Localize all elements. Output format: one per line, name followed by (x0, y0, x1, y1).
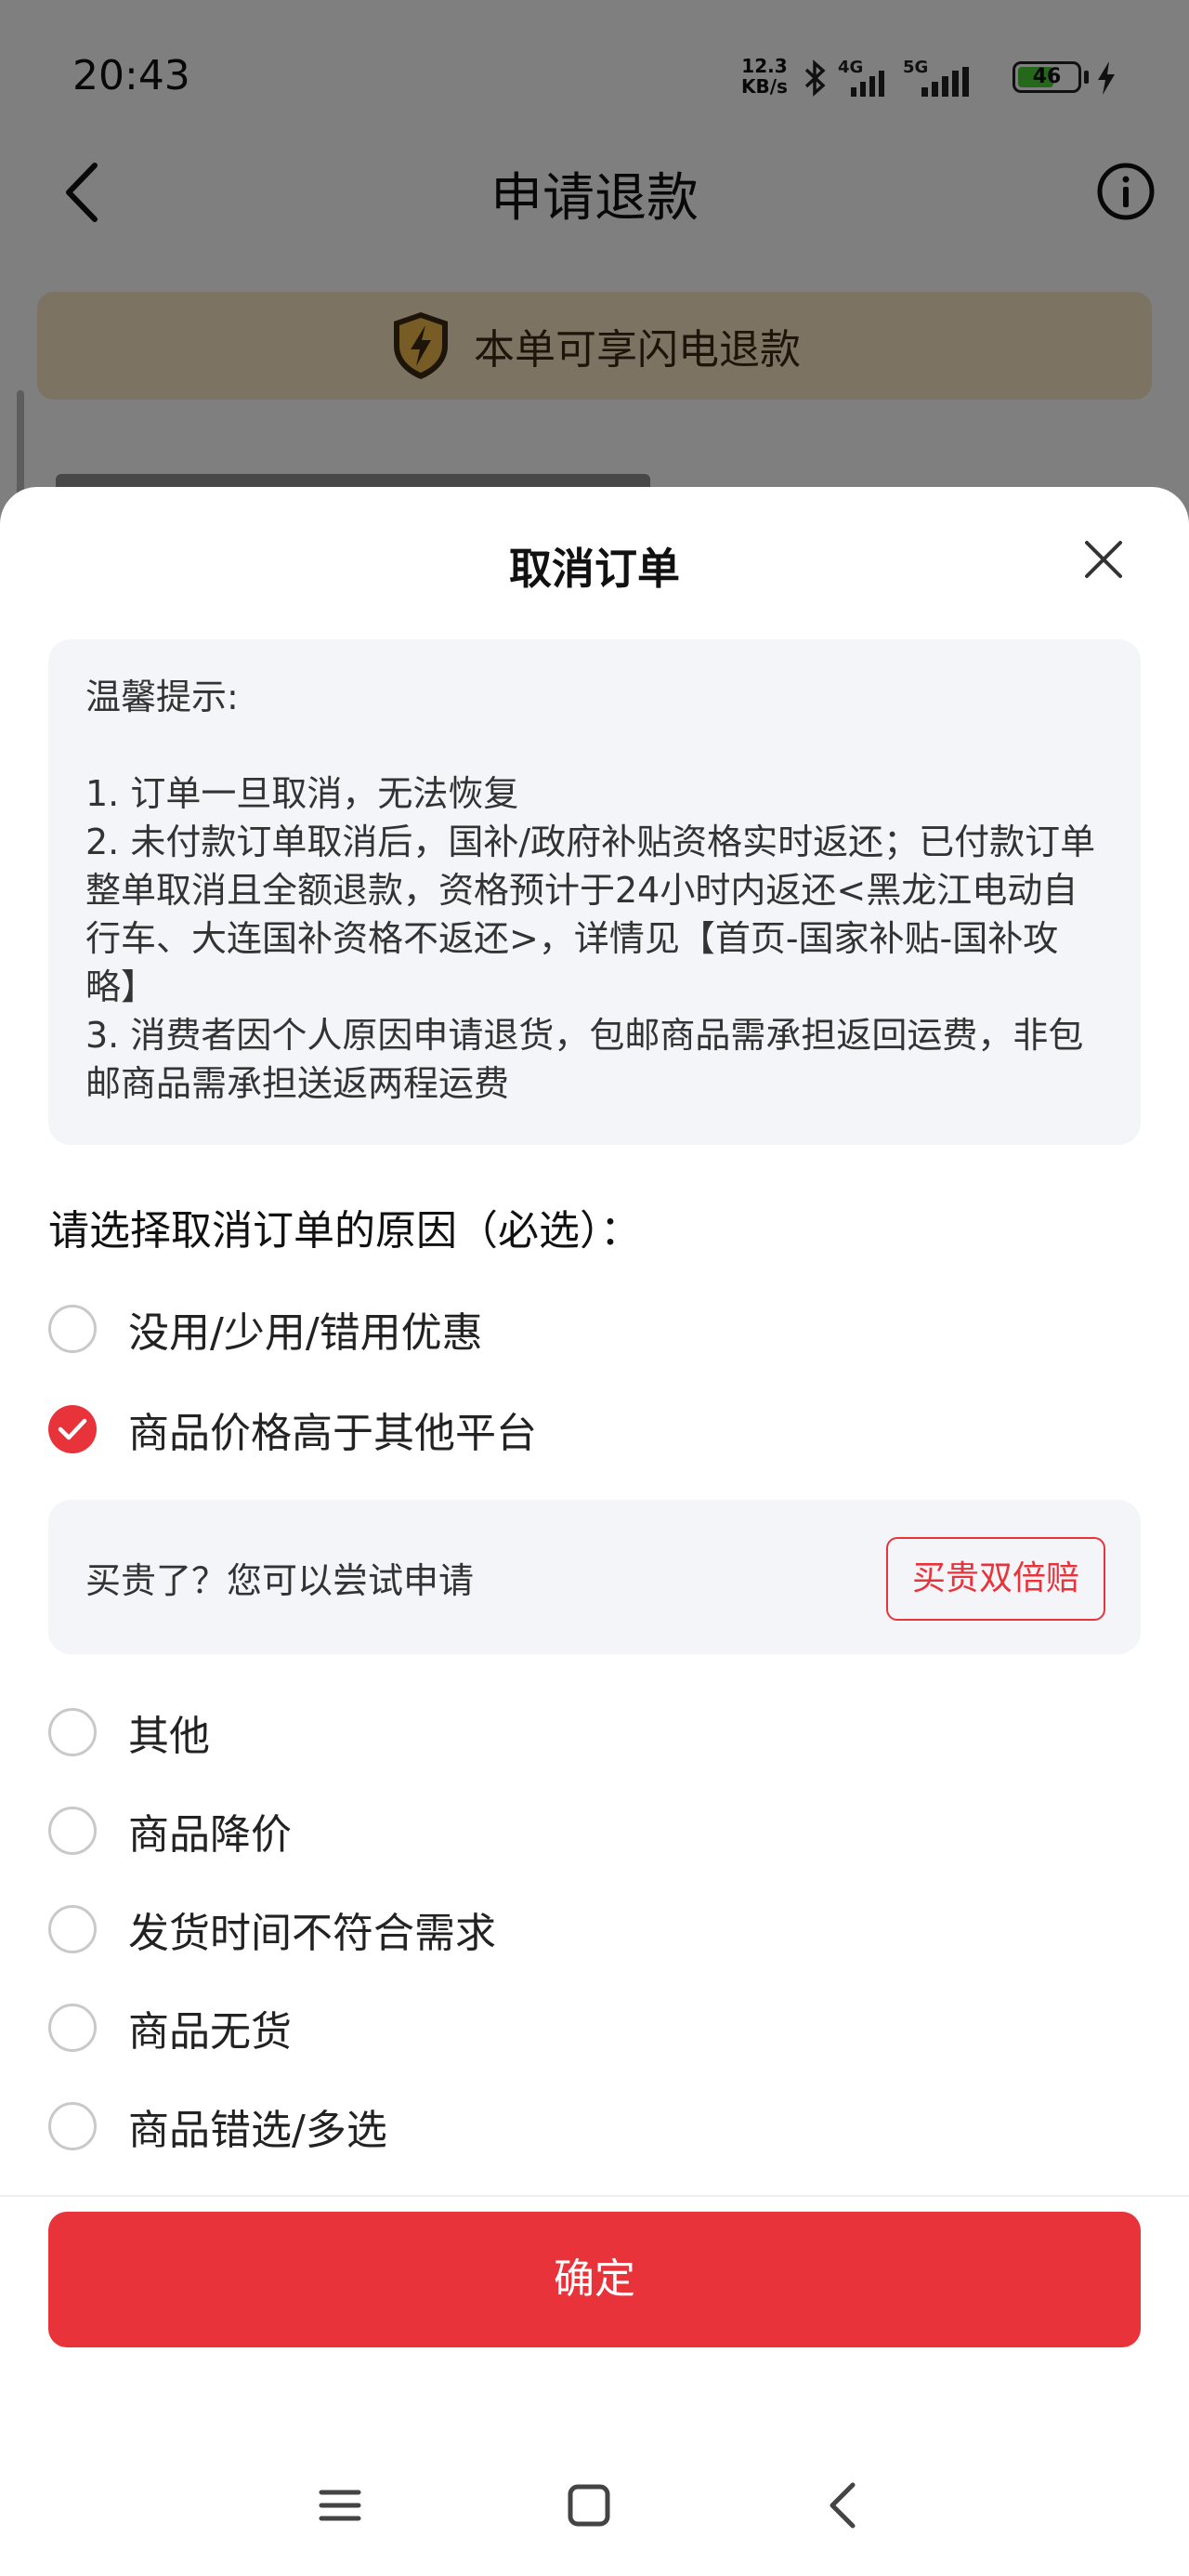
reason-option-other[interactable]: 其他 (48, 1702, 210, 1762)
radio-checked-icon[interactable] (48, 1405, 97, 1453)
reason-option-out-of-stock[interactable]: 商品无货 (48, 1998, 292, 2057)
home-icon[interactable] (561, 2477, 617, 2533)
tips-line: 略】 (85, 966, 157, 1007)
radio-unchecked-icon[interactable] (48, 1708, 97, 1756)
cancel-order-sheet: 取消订单 温馨提示: 1. 订单一旦取消，无法恢复 2. 未付款订单取消后，国补… (0, 487, 1189, 2576)
tips-box: 温馨提示: 1. 订单一旦取消，无法恢复 2. 未付款订单取消后，国补/政府补贴… (48, 639, 1141, 1145)
divider (0, 2195, 1189, 2197)
double-compensation-button[interactable]: 买贵双倍赔 (886, 1537, 1105, 1621)
price-protection-box: 买贵了？您可以尝试申请 买贵双倍赔 (48, 1500, 1141, 1654)
tips-line: 行车、大连国补资格不返还>，详情见【首页-国家补贴-国补攻 (85, 918, 1059, 959)
reason-option-price-higher[interactable]: 商品价格高于其他平台 (48, 1400, 537, 1459)
radio-unchecked-icon[interactable] (48, 1807, 97, 1855)
close-icon[interactable] (1079, 535, 1128, 584)
reason-label: 没用/少用/错用优惠 (128, 1309, 483, 1357)
system-nav-bar (0, 2435, 1189, 2576)
promo-text: 买贵了？您可以尝试申请 (85, 1560, 475, 1601)
reason-option-coupon[interactable]: 没用/少用/错用优惠 (48, 1299, 483, 1359)
reason-option-shipping-time[interactable]: 发货时间不符合需求 (48, 1899, 496, 1959)
reason-label: 商品无货 (128, 2008, 292, 2056)
reason-option-price-drop[interactable]: 商品降价 (48, 1801, 292, 1860)
reason-label: 商品错选/多选 (128, 2107, 387, 2154)
menu-icon[interactable] (312, 2477, 368, 2533)
sheet-title: 取消订单 (509, 544, 680, 594)
reason-label: 发货时间不符合需求 (128, 1910, 496, 1957)
radio-unchecked-icon[interactable] (48, 2004, 97, 2052)
reason-label: 商品降价 (128, 1811, 292, 1859)
tips-line: 1. 订单一旦取消，无法恢复 (85, 773, 519, 814)
confirm-button[interactable]: 确定 (48, 2212, 1141, 2347)
back-icon[interactable] (817, 2477, 873, 2533)
reason-label: 商品价格高于其他平台 (128, 1410, 537, 1457)
tips-line: 3. 消费者因个人原因申请退货，包邮商品需承担返回运费，非包 (85, 1015, 1084, 1056)
tips-line: 整单取消且全额退款，资格预计于24小时内返还<黑龙江电动自 (85, 870, 1078, 911)
radio-unchecked-icon[interactable] (48, 1905, 97, 1953)
tips-line: 2. 未付款订单取消后，国补/政府补贴资格实时返还；已付款订单 (85, 821, 1096, 862)
reason-label: 其他 (128, 1713, 210, 1760)
radio-unchecked-icon[interactable] (48, 1305, 97, 1353)
radio-unchecked-icon[interactable] (48, 2102, 97, 2150)
reason-option-wrong-selection[interactable]: 商品错选/多选 (48, 2096, 387, 2156)
tips-heading: 温馨提示: (85, 677, 239, 717)
check-icon (58, 1418, 87, 1440)
tips-line: 邮商品需承担送返两程运费 (85, 1063, 510, 1104)
reason-heading: 请选择取消订单的原因（必选）： (48, 1207, 641, 1255)
